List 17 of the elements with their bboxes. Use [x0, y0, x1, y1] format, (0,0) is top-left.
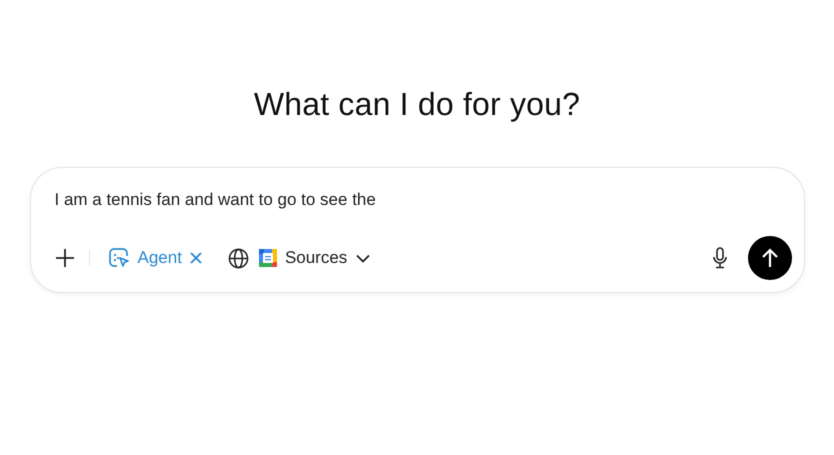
- agent-chip[interactable]: Agent: [108, 247, 202, 269]
- sources-dropdown[interactable]: Sources: [284, 248, 370, 268]
- microphone-button[interactable]: [712, 247, 728, 269]
- globe-icon: [228, 248, 249, 268]
- chevron-down-icon: [356, 254, 370, 262]
- add-button[interactable]: [54, 248, 74, 268]
- page-heading: What can I do for you?: [254, 86, 580, 123]
- send-button[interactable]: [748, 236, 792, 280]
- cursor-frame-icon: [108, 247, 130, 269]
- globe-button[interactable]: [228, 248, 249, 268]
- calendar-icon: [258, 249, 277, 267]
- prompt-box[interactable]: I am a tennis fan and want to go to see the Agent Sources: [30, 167, 804, 293]
- microphone-icon: [712, 247, 728, 269]
- plus-icon: [54, 248, 74, 268]
- close-icon[interactable]: [190, 252, 202, 264]
- arrow-up-icon: [760, 248, 778, 268]
- prompt-field[interactable]: I am a tennis fan and want to go to see the: [54, 190, 792, 210]
